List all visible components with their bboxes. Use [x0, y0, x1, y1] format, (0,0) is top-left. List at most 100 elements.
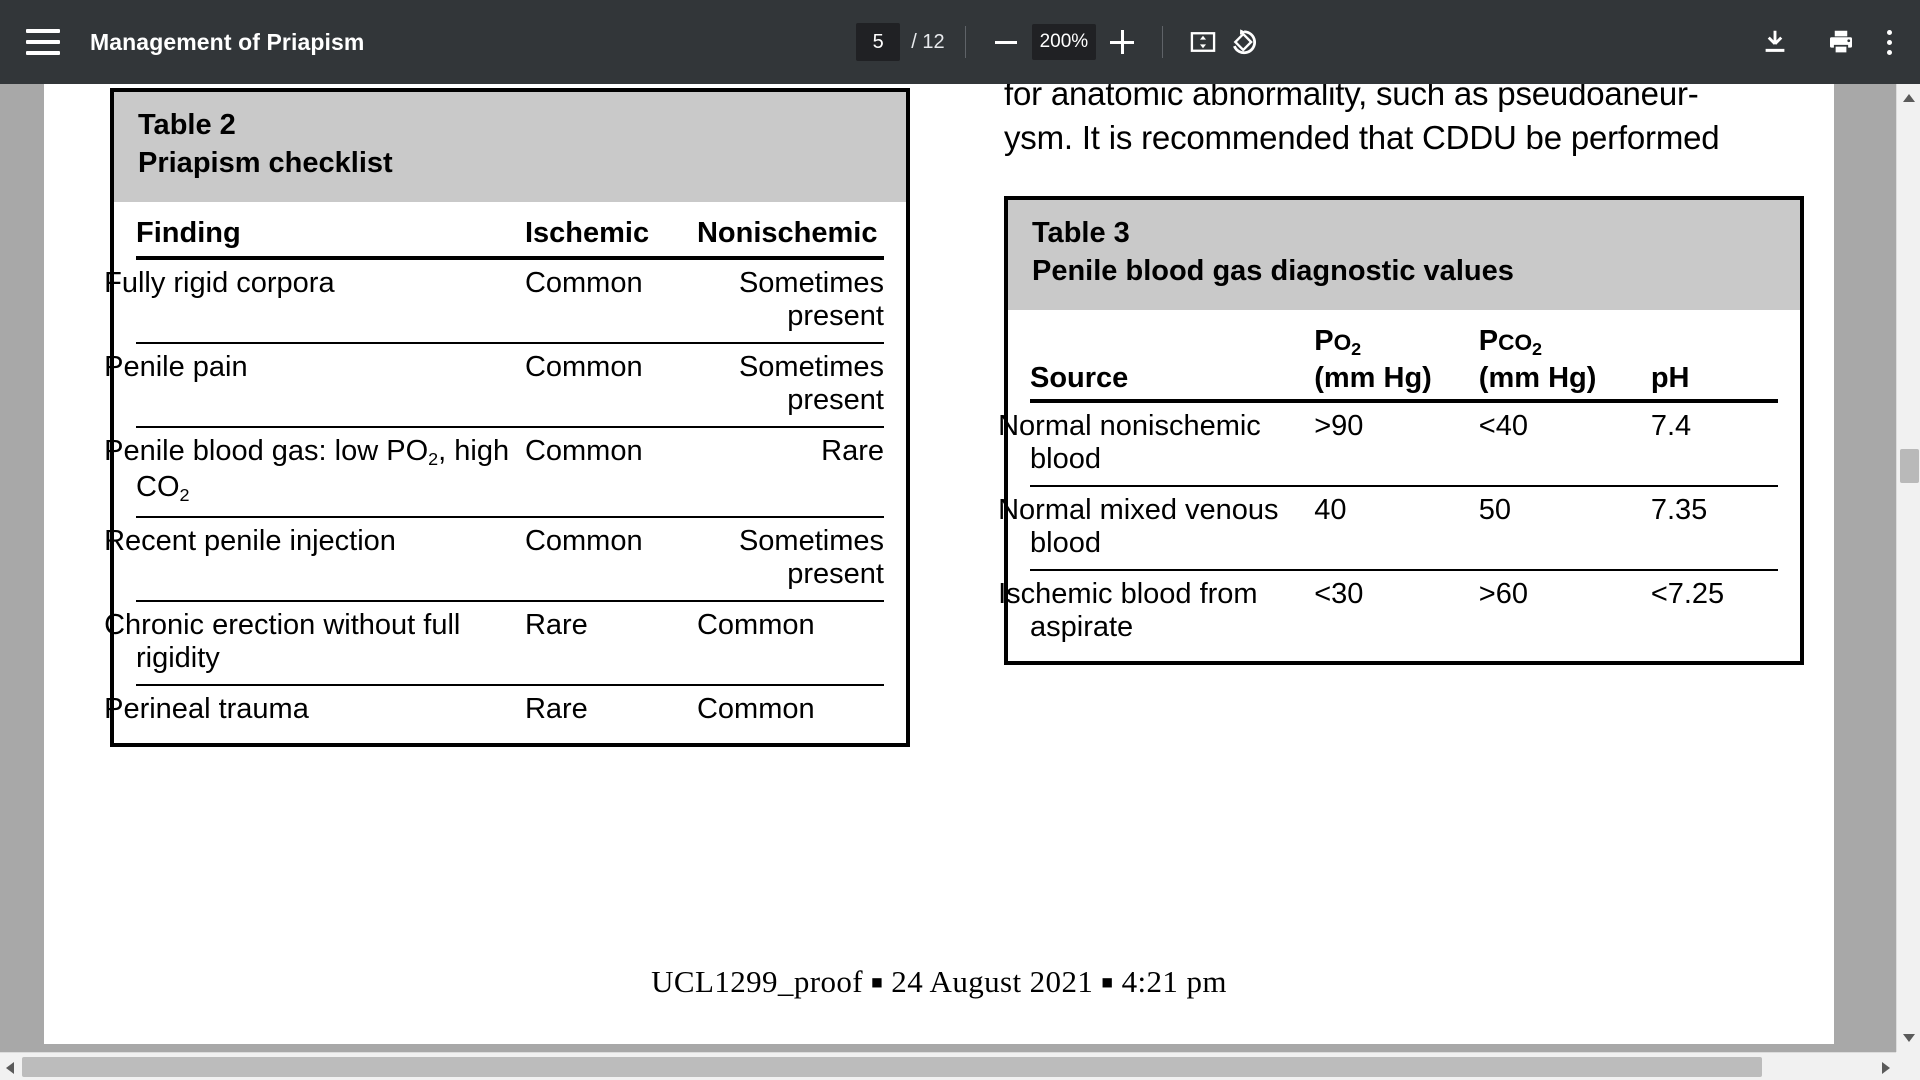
table-2-cell-ischemic: Rare [524, 693, 588, 725]
table-2-cell-ischemic: Common [524, 258, 697, 344]
pdf-viewer-area: for anatomic abnormality, such as pseudo… [0, 84, 1920, 1080]
zoom-out-button[interactable] [986, 22, 1026, 62]
table-2-cell-nonischemic: Rare [696, 427, 884, 518]
table-row: Penile blood gas: low PO2, high CO2 Comm… [104, 427, 884, 518]
toolbar-left-group: Management of Priapism [0, 29, 364, 56]
toolbar-center-group: / 12 200% [364, 22, 1755, 62]
table-3-cell-ph: 7.35 [1650, 486, 1778, 571]
scroll-up-arrow-icon[interactable] [1903, 94, 1915, 102]
table-3-grid: Source PO2 (mm Hg) PCO2 (mm Hg) pH Normal … [998, 310, 1778, 653]
table-2-cell-ischemic: Common [524, 343, 697, 428]
page-number-input[interactable] [856, 23, 901, 61]
table-3-cell-source: Normal mixed venous blood [998, 486, 1315, 571]
table-row: Normal mixed venous blood 40 50 7.35 [998, 486, 1778, 571]
scroll-left-arrow-icon[interactable] [6, 1062, 14, 1074]
footer-separator-icon: ■ [871, 972, 884, 994]
table-3-body: Source PO2 (mm Hg) PCO2 (mm Hg) pH Normal … [998, 310, 1800, 661]
table-row: Recent penile injection Common Sometimes… [104, 517, 884, 602]
table-2-cell-nonischemic: Sometimes present [696, 517, 884, 602]
table-2-col-finding: Finding [136, 202, 525, 260]
table-row: Fully rigid corpora Common Sometimes pre… [104, 258, 884, 344]
table-2-title: Priapism checklist [138, 147, 393, 179]
page-count-label: / 12 [911, 30, 945, 53]
horizontal-scrollbar-thumb[interactable] [22, 1057, 1762, 1077]
footer-proof-id: UCL1299_proof [651, 964, 863, 999]
table-3-col-pco2: PCO2 (mm Hg) [1478, 310, 1651, 403]
table-3-cell-pco2: 50 [1478, 486, 1651, 571]
table-2-header-row: Finding Ischemic Nonischemic [136, 202, 884, 260]
table-2-cell-finding: Penile pain [104, 343, 525, 428]
table-3-cell-source: Normal nonischemic blood [998, 401, 1315, 487]
page-footer: UCL1299_proof ■ 24 August 2021 ■ 4:21 pm [44, 964, 1834, 1000]
table-3-cell-pco2: <40 [1478, 401, 1651, 487]
table-2-cell-nonischemic: Common [696, 693, 815, 725]
table-2-grid: Finding Ischemic Nonischemic Fully rigid… [104, 202, 884, 735]
table-3-cell-ph: <7.25 [1650, 578, 1725, 610]
table-3-cell-po2: >90 [1314, 401, 1479, 487]
table-3-header-row: Source PO2 (mm Hg) PCO2 (mm Hg) pH [1030, 310, 1778, 403]
print-button[interactable] [1821, 22, 1861, 62]
table-2-body: Finding Ischemic Nonischemic Fully rigid… [104, 202, 906, 743]
fit-to-page-icon [1190, 32, 1216, 52]
pdf-viewer-toolbar: Management of Priapism / 12 200% [0, 0, 1920, 84]
table-3-number: Table 3 [1032, 217, 1130, 249]
table-row: Penile pain Common Sometimes present [104, 343, 884, 428]
scrollbar-corner [1896, 1052, 1920, 1080]
table-3-cell-po2: <30 [1314, 578, 1364, 610]
fit-to-page-button[interactable] [1183, 22, 1223, 62]
table-2-cell-ischemic: Rare [524, 601, 697, 686]
table-2-cell-nonischemic: Sometimes present [696, 343, 884, 428]
download-icon [1765, 30, 1785, 52]
table-3-col-source: Source [1030, 310, 1315, 403]
table-2-col-ischemic: Ischemic [524, 202, 697, 260]
download-button[interactable] [1755, 22, 1795, 62]
horizontal-scrollbar[interactable] [0, 1052, 1896, 1080]
table-2-cell-ischemic: Common [524, 427, 697, 518]
table-2-cell-finding: Penile blood gas: low PO2, high CO2 [104, 427, 525, 518]
table-2-cell-finding: Chronic erection without full rigidity [104, 601, 525, 686]
table-3-cell-ph: 7.4 [1650, 401, 1778, 487]
table-3-caption: Table 3 Penile blood gas diagnostic valu… [1008, 200, 1800, 310]
scroll-down-arrow-icon[interactable] [1903, 1034, 1915, 1042]
table-3-cell-pco2: >60 [1478, 578, 1528, 610]
table-3-col-ph: pH [1650, 310, 1778, 403]
body-text-line: ysm. It is recommended that CDDU be perf… [1004, 119, 1720, 156]
table-3-title: Penile blood gas diagnostic values [1032, 255, 1514, 287]
table-3-cell-po2: 40 [1314, 486, 1479, 571]
document-title: Management of Priapism [90, 28, 365, 55]
vertical-scrollbar-thumb[interactable] [1900, 449, 1919, 483]
minus-icon [994, 40, 1017, 44]
table-2-cell-nonischemic: Sometimes present [696, 258, 884, 344]
body-text-line: for anatomic abnormality, such as pseudo… [1004, 84, 1699, 112]
table-2-cell-nonischemic: Common [696, 601, 884, 686]
pdf-page-5: for anatomic abnormality, such as pseudo… [44, 84, 1834, 1044]
table-2: Table 2 Priapism checklist Finding Ische… [104, 88, 910, 747]
toolbar-divider-1 [964, 26, 966, 58]
rotate-button[interactable] [1223, 22, 1263, 62]
rotate-counterclockwise-icon [1233, 29, 1257, 55]
table-3: Table 3 Penile blood gas diagnostic valu… [998, 196, 1804, 665]
zoom-in-button[interactable] [1102, 22, 1142, 62]
table-2-cell-finding: Fully rigid corpora [104, 258, 525, 344]
vertical-scrollbar[interactable] [1896, 84, 1920, 1052]
body-text-column: for anatomic abnormality, such as pseudo… [1004, 84, 1824, 160]
footer-time: 4:21 pm [1121, 964, 1227, 999]
toolbar-divider-2 [1162, 26, 1164, 58]
zoom-level-display[interactable]: 200% [1031, 24, 1097, 60]
table-2-col-nonischemic: Nonischemic [696, 202, 884, 260]
table-row: Perineal trauma Rare Common [104, 685, 884, 735]
table-2-cell-finding: Recent penile injection [104, 517, 525, 602]
table-row: Ischemic blood from aspirate <30 >60 <7.… [998, 570, 1778, 653]
table-2-cell-finding: Perineal trauma [104, 693, 309, 725]
plus-icon [1110, 30, 1135, 54]
table-2-caption: Table 2 Priapism checklist [114, 92, 906, 202]
hamburger-menu-icon[interactable] [26, 29, 60, 55]
table-3-cell-source: Ischemic blood from aspirate [998, 578, 1258, 643]
table-3-col-po2: PO2 (mm Hg) [1314, 310, 1479, 403]
more-options-button[interactable] [1887, 29, 1892, 55]
scroll-right-arrow-icon[interactable] [1882, 1062, 1890, 1074]
footer-separator-icon: ■ [1101, 972, 1114, 994]
footer-date: 24 August 2021 [891, 964, 1094, 999]
toolbar-right-group [1755, 22, 1920, 62]
table-row: Chronic erection without full rigidity R… [104, 601, 884, 686]
